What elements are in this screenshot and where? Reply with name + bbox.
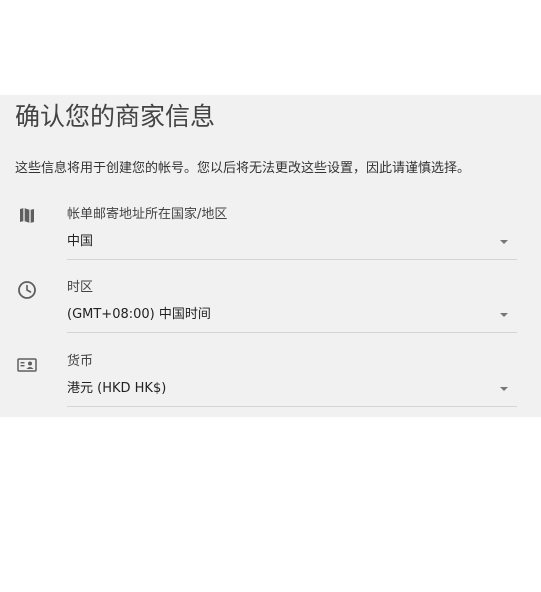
country-select[interactable]: 中国 <box>67 231 517 260</box>
country-value: 中国 <box>67 234 94 249</box>
currency-icon <box>17 355 37 375</box>
currency-select[interactable]: 港元 (HKD HK$) <box>67 378 517 407</box>
page-title: 确认您的商家信息 <box>15 102 216 131</box>
country-label: 帐单邮寄地址所在国家/地区 <box>67 207 228 222</box>
page-description: 这些信息将用于创建您的帐号。您以后将无法更改这些设置，因此请谨慎选择。 <box>15 161 471 176</box>
currency-value: 港元 (HKD HK$) <box>67 381 167 396</box>
map-icon <box>17 206 37 226</box>
timezone-label: 时区 <box>67 280 94 295</box>
currency-field: 货币 港元 (HKD HK$) <box>0 352 541 412</box>
clock-icon <box>17 280 37 300</box>
timezone-field: 时区 (GMT+08:00) 中国时间 <box>0 279 541 339</box>
country-field: 帐单邮寄地址所在国家/地区 中国 <box>0 205 541 265</box>
currency-label: 货币 <box>67 354 94 369</box>
timezone-select[interactable]: (GMT+08:00) 中国时间 <box>67 304 517 333</box>
timezone-value: (GMT+08:00) 中国时间 <box>67 307 211 322</box>
chevron-down-icon <box>500 240 508 244</box>
chevron-down-icon <box>500 313 508 317</box>
chevron-down-icon <box>500 387 508 391</box>
